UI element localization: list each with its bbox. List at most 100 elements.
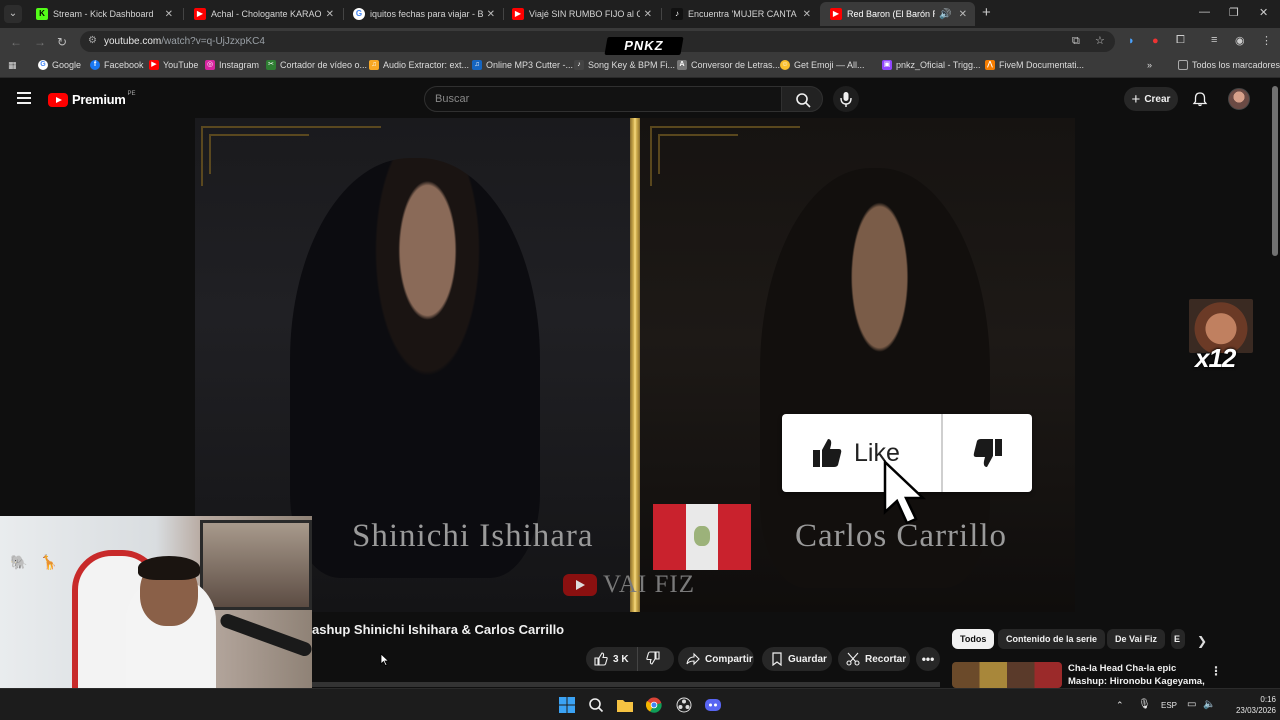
voice-search-button[interactable]: [833, 86, 859, 112]
dislike-button[interactable]: [638, 650, 660, 668]
url-host: youtube.com: [104, 36, 162, 47]
file-explorer-icon[interactable]: [616, 696, 634, 714]
plus-icon: +: [1131, 90, 1141, 108]
video-frame[interactable]: Shinichi Ishihara Carlos Carrillo VAI FI…: [195, 118, 1075, 612]
kick-icon: K: [36, 8, 48, 20]
watermark-text: VAI FIZ: [603, 571, 695, 598]
extension-icon[interactable]: ◗: [1128, 35, 1135, 47]
bookmark-label: Cortador de vídeo o...: [280, 60, 368, 70]
microphone-icon: [840, 92, 852, 107]
forward-icon[interactable]: →: [34, 35, 46, 49]
puzzle-icon[interactable]: ⧠: [1176, 34, 1185, 47]
back-icon[interactable]: ←: [10, 35, 22, 49]
bookmark-youtube[interactable]: ▶ YouTube: [149, 60, 198, 70]
url-field[interactable]: ⚙ youtube.com/watch?v=q-UjJzxpKC4: [80, 31, 1115, 52]
restore-icon[interactable]: ❐: [1229, 6, 1239, 19]
site-info-icon[interactable]: ⚙: [88, 35, 97, 46]
bookmark-fivem[interactable]: ⋀ FiveM Documentati...: [985, 60, 1084, 70]
bookmark-twitch[interactable]: ▣ pnkz_Oficial - Trigg...: [882, 60, 981, 70]
chip-channel[interactable]: De Vai Fiz: [1107, 629, 1166, 649]
cast-icon[interactable]: ⧉: [1072, 35, 1080, 48]
page-scrollbar[interactable]: [1272, 86, 1278, 256]
close-icon[interactable]: ✕: [959, 9, 967, 20]
emote-overlay: x12: [1189, 299, 1253, 379]
search-input[interactable]: [435, 93, 765, 105]
microphone-icon[interactable]: 🎙: [1138, 699, 1151, 710]
video-progress-bar[interactable]: [312, 682, 940, 687]
recommended-video[interactable]: Cha-la Head Cha-la epic Mashup: Hironobu…: [952, 660, 1272, 700]
bell-icon: [1192, 92, 1208, 107]
reload-icon[interactable]: ↻: [57, 35, 67, 49]
pnkz-logo: PNKZ: [604, 37, 684, 55]
language-indicator[interactable]: ESP: [1161, 701, 1177, 710]
bookmark-letras[interactable]: A Conversor de Letras...: [677, 60, 780, 70]
apps-grid-icon[interactable]: ▦: [8, 60, 17, 71]
minimize-icon[interactable]: —: [1199, 6, 1210, 18]
windows-taskbar: ⌃ 🎙 ESP ▭ 🔈 0:16 23/03/2026: [0, 688, 1280, 720]
browser-tab-active[interactable]: ▶ Red Baron (El Barón Rojo) c 🔊 ✕: [820, 2, 975, 26]
browser-tab[interactable]: ▶ Viajé SIN RUMBO FIJO al Coraz ✕: [502, 2, 660, 26]
chip-series[interactable]: Contenido de la serie: [998, 629, 1106, 649]
bookmark-star-icon[interactable]: ☆: [1095, 34, 1105, 47]
like-count: 3 K: [613, 653, 629, 665]
bookmark-google[interactable]: G Google: [38, 60, 81, 70]
mouse-cursor-icon: [380, 653, 390, 666]
clock[interactable]: 0:16 23/03/2026: [1222, 694, 1276, 716]
save-button[interactable]: Guardar: [762, 647, 832, 671]
recommended-thumbnail[interactable]: [952, 662, 1062, 688]
streamer-webcam: 🐘 🦒: [0, 516, 312, 706]
chip-more[interactable]: E: [1171, 629, 1185, 649]
close-icon[interactable]: ✕: [487, 9, 495, 20]
chrome-icon[interactable]: [645, 696, 663, 714]
new-tab-button[interactable]: +: [982, 5, 991, 21]
clock-time: 0:16: [1260, 695, 1276, 704]
windows-start-icon[interactable]: [558, 696, 576, 714]
search-icon[interactable]: [587, 696, 605, 714]
media-icon[interactable]: ≡: [1211, 34, 1217, 46]
bookmark-instagram[interactable]: ◎ Instagram: [205, 60, 259, 70]
close-icon[interactable]: ✕: [326, 9, 334, 20]
speaker-icon[interactable]: 🔊: [939, 9, 951, 20]
volume-icon[interactable]: 🔈: [1203, 699, 1215, 710]
obs-icon[interactable]: [675, 696, 693, 714]
browser-tab[interactable]: ♪ Encuentra 'MUJER CANTA ORAC ✕: [661, 2, 819, 26]
chevron-right-icon[interactable]: ❯: [1197, 634, 1207, 648]
browser-tab[interactable]: K Stream - Kick Dashboard ✕: [26, 2, 181, 26]
chevron-right-icon[interactable]: »: [1147, 60, 1152, 70]
browser-tab[interactable]: G iquitos fechas para viajar - Busc ✕: [343, 2, 503, 26]
url-text: youtube.com/watch?v=q-UjJzxpKC4: [104, 36, 265, 47]
chip-todos[interactable]: Todos: [952, 629, 995, 649]
all-bookmarks[interactable]: Todos los marcadores: [1178, 60, 1280, 70]
google-icon: G: [353, 8, 365, 20]
bookmark-song-key[interactable]: ♪ Song Key & BPM Fi...: [574, 60, 675, 70]
bookmark-get-emoji[interactable]: ☺ Get Emoji — All...: [780, 60, 865, 70]
bookmark-facebook[interactable]: f Facebook: [90, 60, 144, 70]
chevron-up-icon[interactable]: ⌃: [1116, 700, 1124, 711]
browser-tab[interactable]: ▶ Achal - Chologante KARAOKE ( ✕: [184, 2, 342, 26]
share-button[interactable]: Compartir: [678, 647, 754, 671]
close-icon[interactable]: ✕: [165, 9, 173, 20]
clip-button[interactable]: Recortar: [838, 647, 910, 671]
bookmark-video-cutter[interactable]: ✂ Cortador de vídeo o...: [266, 60, 367, 70]
youtube-icon: ▶: [512, 8, 524, 20]
close-icon[interactable]: ✕: [644, 9, 652, 20]
window-close-icon[interactable]: ✕: [1259, 6, 1268, 19]
hamburger-menu-icon[interactable]: [17, 92, 31, 104]
notifications-button[interactable]: [1192, 91, 1208, 112]
kebab-menu-icon[interactable]: ⋮: [1261, 34, 1272, 47]
profile-icon[interactable]: ◉: [1235, 34, 1245, 47]
bookmark-audio-extractor[interactable]: ♫ Audio Extractor: ext...: [369, 60, 469, 70]
create-button[interactable]: + Crear: [1124, 87, 1178, 111]
search-button[interactable]: [781, 86, 823, 112]
like-button[interactable]: 3 K: [586, 647, 638, 671]
kebab-menu-icon[interactable]: ⋮: [1210, 664, 1222, 678]
bookmark-mp3-cutter[interactable]: ♫ Online MP3 Cutter -...: [472, 60, 573, 70]
close-icon[interactable]: ✕: [803, 9, 811, 20]
extension-icon[interactable]: ●: [1152, 35, 1159, 47]
more-actions-button[interactable]: •••: [916, 647, 940, 671]
discord-icon[interactable]: [704, 696, 722, 714]
avatar[interactable]: [1228, 88, 1250, 110]
youtube-premium-logo[interactable]: Premium PE: [48, 91, 136, 107]
network-icon[interactable]: ▭: [1187, 699, 1196, 710]
tab-search-button[interactable]: ⌄: [4, 5, 22, 23]
